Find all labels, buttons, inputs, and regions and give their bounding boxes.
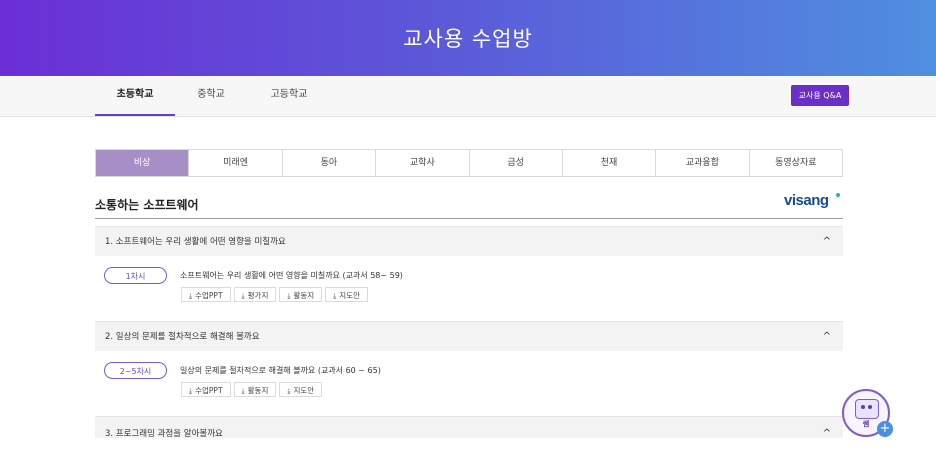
download-ppt-button[interactable]: ⤓ 수업PPT	[181, 287, 231, 302]
tab-kyohaksa[interactable]: 교학사	[376, 150, 470, 176]
download-icon: ⤓	[287, 387, 291, 395]
school-level-nav: 초등학교 중학교 고등학교 교사용 Q&A	[0, 76, 936, 117]
download-label: 수업PPT	[195, 386, 223, 395]
tab-convergence[interactable]: 교과융합	[656, 150, 750, 176]
page-title: 교사용 수업방	[403, 27, 533, 51]
assistant-chat-button[interactable]: 쌤 +	[842, 389, 893, 437]
section-title: 소통하는 소프트웨어	[95, 198, 199, 212]
chevron-up-icon[interactable]: ^	[823, 227, 831, 257]
tab-donga[interactable]: 동아	[282, 150, 377, 176]
lesson-title: 일상의 문제를 절차적으로 해결해 볼까요 (교과서 60 ~ 65)	[180, 366, 381, 375]
tab-videos[interactable]: 동영상자료	[749, 150, 842, 176]
section-divider	[95, 218, 843, 219]
download-activity-button[interactable]: ⤓ 활동지	[279, 287, 323, 302]
download-label: 수업PPT	[195, 291, 223, 300]
logo-dot	[836, 193, 840, 197]
chapter-2-title: 2. 일상의 문제를 절차적으로 해결해 볼까요	[105, 332, 260, 342]
chapter-2-header[interactable]: 2. 일상의 문제를 절차적으로 해결해 볼까요 ^	[95, 321, 843, 351]
download-icon: ⤓	[189, 292, 193, 300]
download-label: 지도안	[339, 291, 360, 300]
download-label: 활동지	[293, 291, 315, 300]
tab-visang[interactable]: 비상	[96, 150, 190, 176]
tab-kumsung[interactable]: 금성	[469, 150, 563, 176]
download-icon: ⤓	[241, 387, 245, 395]
download-row: ⤓ 수업PPT ⤓ 활동지 ⤓ 지도안	[181, 382, 325, 397]
session-badge[interactable]: 1차시	[104, 267, 167, 284]
download-label: 평가지	[247, 291, 269, 300]
header-banner: 교사용 수업방	[0, 0, 936, 76]
teacher-qa-button[interactable]: 교사용 Q&A	[791, 85, 849, 106]
download-icon: ⤓	[333, 292, 337, 300]
download-ppt-button[interactable]: ⤓ 수업PPT	[181, 382, 231, 397]
robot-icon	[855, 399, 879, 419]
publisher-logo: visang	[784, 192, 829, 209]
download-label: 활동지	[247, 386, 269, 395]
download-row: ⤓ 수업PPT ⤓ 평가지 ⤓ 활동지 ⤓ 지도안	[181, 287, 371, 302]
download-label: 지도안	[293, 386, 315, 395]
lesson-title: 소프트웨어는 우리 생활에 어떤 영향을 미칠까요 (교과서 58~ 59)	[180, 271, 403, 280]
download-guide-button[interactable]: ⤓ 지도안	[325, 287, 368, 302]
chapter-3-title: 3. 프로그래밍 과정을 알아볼까요	[105, 429, 223, 439]
robot-eye	[868, 405, 872, 409]
download-icon: ⤓	[287, 292, 291, 300]
nav-middle[interactable]: 중학교	[180, 76, 242, 114]
download-guide-button[interactable]: ⤓ 지도안	[279, 382, 323, 397]
download-icon: ⤓	[189, 387, 193, 395]
tab-miraen[interactable]: 미래엔	[189, 150, 283, 176]
chevron-up-icon[interactable]: ^	[823, 417, 831, 451]
nav-high[interactable]: 고등학교	[258, 76, 320, 114]
chapter-1-body: 1차시 소프트웨어는 우리 생활에 어떤 영향을 미칠까요 (교과서 58~ 5…	[95, 256, 843, 320]
session-badge[interactable]: 2~5차시	[104, 362, 167, 379]
plus-icon[interactable]: +	[877, 421, 893, 437]
nav-elementary[interactable]: 초등학교	[95, 76, 175, 116]
chapter-2-body: 2~5차시 일상의 문제를 절차적으로 해결해 볼까요 (교과서 60 ~ 65…	[95, 351, 843, 415]
download-activity-button[interactable]: ⤓ 활동지	[233, 382, 277, 397]
robot-eye	[861, 405, 865, 409]
chapter-1-title: 1. 소프트웨어는 우리 생활에 어떤 영향을 미칠까요	[105, 237, 286, 247]
chapter-1-header[interactable]: 1. 소프트웨어는 우리 생활에 어떤 영향을 미칠까요 ^	[95, 226, 843, 256]
tab-chunjae[interactable]: 천재	[562, 150, 657, 176]
download-test-button[interactable]: ⤓ 평가지	[233, 287, 277, 302]
publisher-tabs: 비상 미래엔 동아 교학사 금성 천재 교과융합 동영상자료	[95, 149, 843, 177]
chapter-3-header[interactable]: 3. 프로그래밍 과정을 알아볼까요 ^	[95, 416, 843, 439]
chevron-up-icon[interactable]: ^	[823, 322, 831, 352]
download-icon: ⤓	[241, 292, 245, 300]
